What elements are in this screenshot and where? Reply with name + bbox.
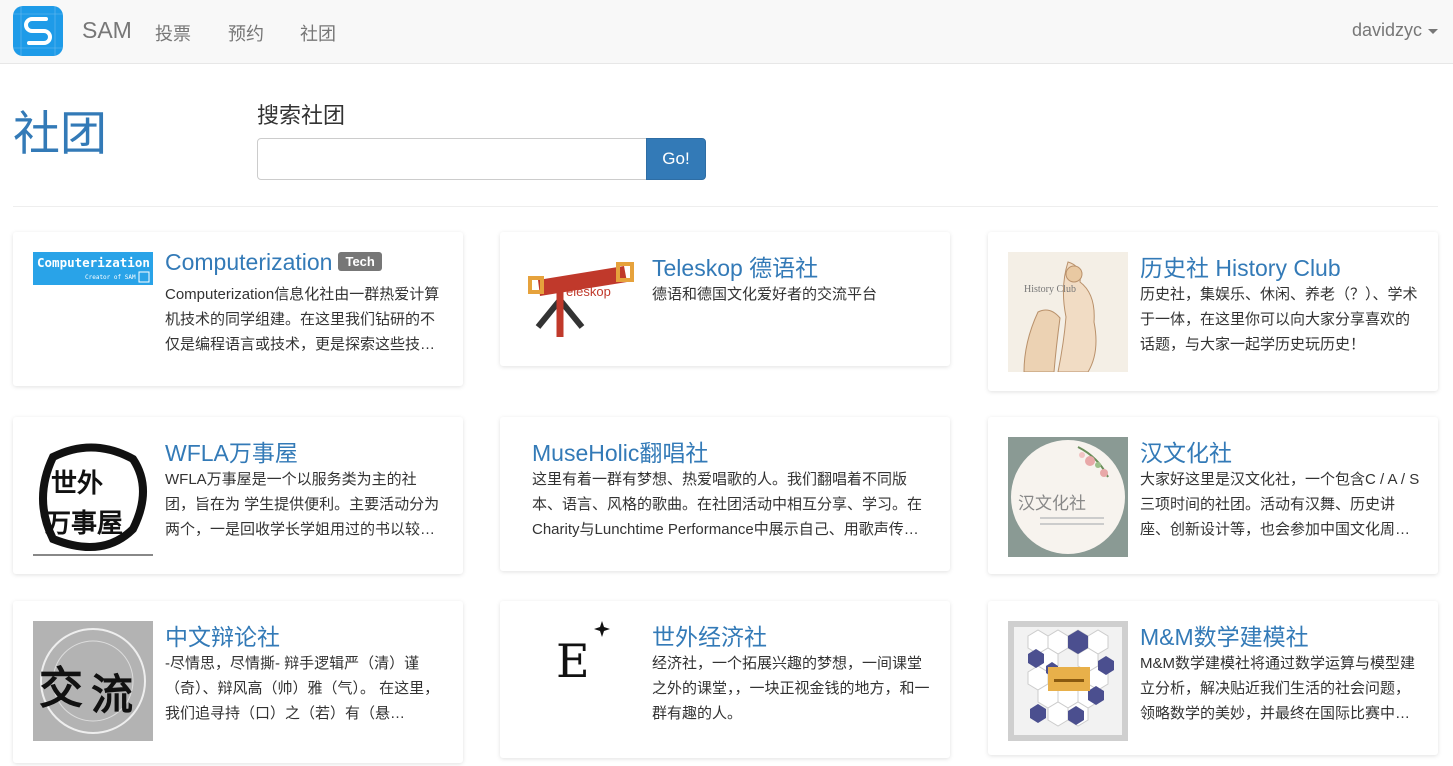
svg-text:交: 交: [39, 663, 83, 714]
user-menu[interactable]: davidzyc: [1352, 20, 1438, 41]
club-title[interactable]: WFLA万事屋: [165, 434, 298, 468]
nav-vote[interactable]: 投票: [155, 20, 191, 46]
svg-text:eleskop: eleskop: [566, 284, 611, 299]
club-card-math-modeling[interactable]: M&M数学建模社 M&M数学建模社将通过数学运算与模型建立分析，解决贴近我们生活…: [988, 601, 1438, 755]
svg-text:Creator of SAM: Creator of SAM: [85, 274, 136, 281]
debate-logo-icon: 交 流: [33, 621, 153, 741]
page-title: 社团: [13, 107, 107, 160]
svg-text:Computerization: Computerization: [37, 255, 150, 270]
club-title[interactable]: M&M数学建模社: [1140, 618, 1309, 652]
club-card-computerization[interactable]: Computerization Creator of SAM Computeri…: [13, 232, 463, 386]
club-card-wfla[interactable]: 世外 万事屋 WFLA万事屋 WFLA万事屋是一个以服务类为主的社团，旨在为 学…: [13, 417, 463, 574]
economics-logo-icon: E: [520, 621, 640, 721]
club-title[interactable]: 世外经济社: [652, 618, 767, 652]
club-description: 大家好这里是汉文化社，一个包含C / A / S三项时间的社团。活动有汉舞、历史…: [1140, 471, 1420, 538]
club-description: 这里有着一群有梦想、热爱唱歌的人。我们翻唱着不同版本、语言、风格的歌曲。在社团活…: [532, 471, 923, 538]
club-card-history[interactable]: History Club 历史社 History Club 历史社，集娱乐、休闲…: [988, 232, 1438, 391]
club-description: M&M数学建模社将通过数学运算与模型建立分析，解决贴近我们生活的社会问题，领略数…: [1140, 655, 1415, 722]
caret-down-icon: [1428, 29, 1438, 34]
club-card-debate[interactable]: 交 流 中文辩论社 -尽情思，尽情撕- 辩手逻辑严（清）谨（奇）、辩风高（帅）雅…: [13, 601, 463, 763]
search-button[interactable]: Go!: [646, 138, 706, 180]
nav-clubs[interactable]: 社团: [300, 20, 336, 46]
club-description: 历史社，集娱乐、休闲、养老（？）、学术于一体，在这里你可以向大家分享喜欢的话题，…: [1140, 286, 1418, 353]
club-description: 经济社，一个拓展兴趣的梦想，一间课堂之外的课堂，，一块正视金钱的地方，和一群有趣…: [652, 655, 930, 722]
club-description: Computerization信息化社由一群热爱计算机技术的同学组建。在这里我们…: [165, 286, 440, 353]
svg-text:History Club: History Club: [1024, 284, 1076, 295]
search-input[interactable]: [257, 138, 647, 180]
math-modeling-logo-icon: [1008, 621, 1128, 741]
divider: [13, 206, 1438, 207]
club-title[interactable]: Computerization Tech: [165, 249, 382, 276]
club-card-museholic[interactable]: MuseHolic翻唱社 这里有着一群有梦想、热爱唱歌的人。我们翻唱着不同版本、…: [500, 417, 950, 571]
club-card-hanculture[interactable]: 汉文化社 汉文化社 大家好这里是汉文化社，一个包含C / A / S三项时间的社…: [988, 417, 1438, 574]
sam-logo-icon[interactable]: [13, 6, 63, 56]
history-logo-icon: History Club: [1008, 252, 1128, 372]
computerization-logo-icon: Computerization Creator of SAM: [33, 252, 153, 285]
svg-text:世外: 世外: [51, 469, 103, 499]
club-title[interactable]: Teleskop 德语社: [652, 249, 818, 283]
club-description: -尽情思，尽情撕- 辩手逻辑严（清）谨（奇）、辩风高（帅）雅（气）。 在这里， …: [165, 655, 440, 722]
club-title[interactable]: MuseHolic翻唱社: [532, 434, 708, 468]
svg-text:E: E: [556, 634, 590, 688]
wfla-logo-icon: 世外 万事屋: [33, 437, 153, 557]
club-card-teleskop[interactable]: eleskop Teleskop 德语社 德语和德国文化爱好者的交流平台: [500, 232, 950, 366]
search-label: 搜索社团: [257, 103, 346, 128]
teleskop-logo-icon: eleskop: [520, 252, 640, 352]
club-description: 德语和德国文化爱好者的交流平台: [652, 286, 878, 303]
tag-badge: Tech: [338, 252, 382, 271]
hanculture-logo-icon: 汉文化社: [1008, 437, 1128, 557]
svg-text:汉文化社: 汉文化社: [1018, 494, 1086, 514]
club-description: WFLA万事屋是一个以服务类为主的社团，旨在为 学生提供便利。主要活动分为两个，…: [165, 471, 440, 538]
navbar: SAM 投票 预约 社团 davidzyc: [0, 0, 1453, 64]
club-title[interactable]: 中文辩论社: [165, 618, 280, 652]
club-title[interactable]: 历史社 History Club: [1140, 249, 1341, 283]
svg-text:万事屋: 万事屋: [45, 509, 123, 539]
svg-text:流: 流: [91, 670, 133, 719]
nav-reservation[interactable]: 预约: [228, 20, 264, 46]
club-title[interactable]: 汉文化社: [1140, 434, 1232, 468]
username: davidzyc: [1351, 20, 1422, 40]
club-card-economics[interactable]: E 世外经济社 经济社，一个拓展兴趣的梦想，一间课堂之外的课堂，，一块正视金钱的…: [500, 601, 950, 758]
brand-name[interactable]: SAM: [82, 17, 132, 44]
